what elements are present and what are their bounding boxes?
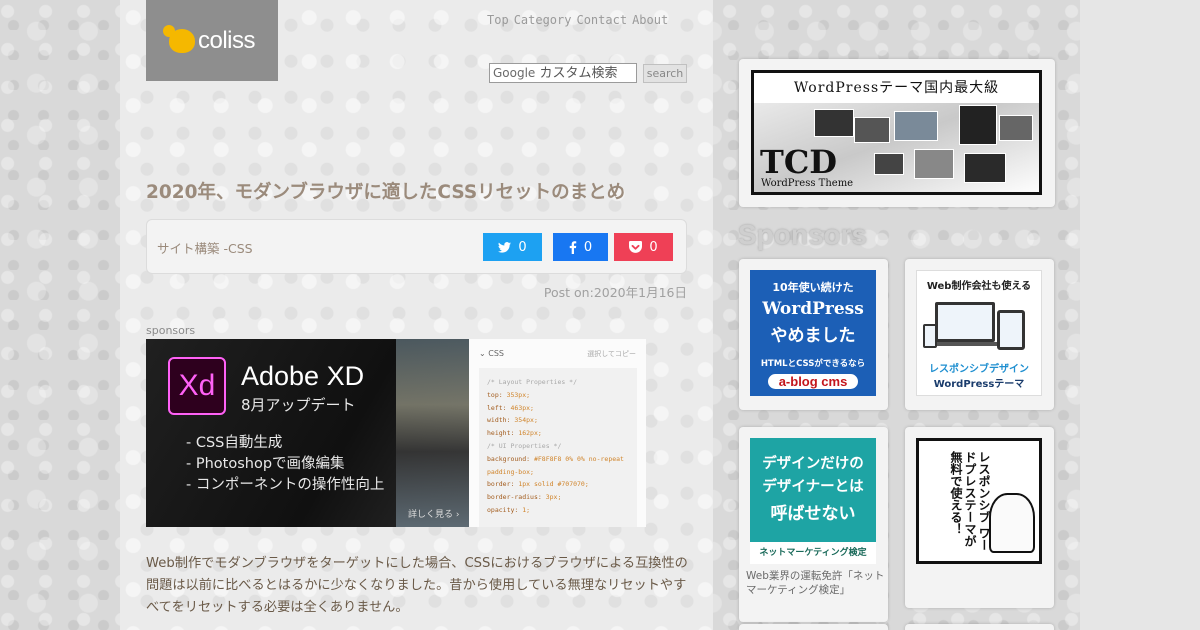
tcd-logo: TCD xyxy=(760,143,838,181)
sponsor-ad-manga[interactable]: レスポンシブ ワードプレステーマが 無料で使える！ xyxy=(905,427,1054,608)
search-placeholder: カスタム検索 xyxy=(539,66,618,81)
css-code-box: /* Layout Properties */ top: 353px; left: … xyxy=(479,368,637,527)
adobe-xd-ad-visual: Xd Adobe XD 8月アップデート - CSS自動生成 - Photosh… xyxy=(146,339,469,527)
sponsor-ad-responsive-theme[interactable]: Web制作会社も使える レスポンシブデザイン WordPressテーマ xyxy=(905,259,1054,410)
sidebar-sponsors-title: Sponsors xyxy=(738,219,868,250)
css-code-line: /* UI Properties */ xyxy=(487,441,562,450)
css-copy-label: 選択してコピー xyxy=(587,350,636,358)
css-code-line: border: 1px solid #707070; xyxy=(487,480,589,489)
ad-feature: - CSS自動生成 xyxy=(186,435,283,451)
adobe-xd-ad[interactable]: Xd Adobe XD 8月アップデート - CSS自動生成 - Photosh… xyxy=(146,339,646,527)
article-body: Web制作でモダンブラウザをターゲットにした場合、CSSにおけるブラウザによる互… xyxy=(146,556,688,615)
css-panel: ⌄ CSS 選択してコピー /* Layout Properties */ top… xyxy=(469,339,646,527)
pocket-share-button[interactable]: 0 xyxy=(614,233,673,261)
nav-about[interactable]: About xyxy=(632,13,668,27)
article-title: 2020年、モダンブラウザに適したCSSリセットのまとめ xyxy=(146,182,626,203)
css-code-line: top: 353px; xyxy=(487,390,531,399)
facebook-share-button[interactable]: 0 xyxy=(553,233,608,261)
tcd-headline: WordPressテーマ国内最大級 xyxy=(754,73,1039,103)
squirrel-icon xyxy=(162,24,195,53)
pocket-icon xyxy=(629,241,643,253)
site-logo[interactable]: coliss xyxy=(146,0,278,81)
tcd-banner: WordPressテーマ国内最大級 TCD WordPress Theme xyxy=(751,70,1042,195)
twitter-count: 0 xyxy=(518,239,527,255)
sponsor-ad-caption[interactable]: Web業界の運転免許「ネットマーケティング検定」 xyxy=(746,569,886,597)
search-input[interactable]: Google カスタム検索 xyxy=(489,63,637,83)
css-code-line: border-radius: 3px; xyxy=(487,493,562,502)
devices-icon xyxy=(917,298,1041,360)
css-code-line: background: #F8F8F8 0% 0% no-repeat padd… xyxy=(487,454,624,476)
ad-more-link: 詳しく見る › xyxy=(408,510,460,520)
ad-feature: - Photoshopで画像編集 xyxy=(186,456,345,472)
twitter-icon xyxy=(498,241,512,253)
tcd-sub: WordPress Theme xyxy=(761,178,854,189)
logo-text: coliss xyxy=(197,26,256,54)
article-meta-bar: サイト構築 -CSS 0 0 0 xyxy=(146,219,687,274)
xd-logo-icon: Xd xyxy=(168,357,226,415)
css-code-line: opacity: 1; xyxy=(487,505,531,514)
css-panel-title: ⌄ CSS xyxy=(479,349,504,358)
search-button[interactable]: search xyxy=(643,63,687,83)
sponsor-card-stub xyxy=(739,624,888,630)
css-code-line: height: 162px; xyxy=(487,429,542,438)
ad-photo xyxy=(396,339,469,527)
facebook-count: 0 xyxy=(583,239,593,255)
page-right-background xyxy=(1080,0,1200,630)
pocket-count: 0 xyxy=(649,239,658,255)
sponsors-label: sponsors xyxy=(146,324,196,337)
sponsor-ad-responsive-image: Web制作会社も使える レスポンシブデザイン WordPressテーマ xyxy=(916,270,1042,396)
google-brand: Google xyxy=(493,66,536,80)
twitter-share-button[interactable]: 0 xyxy=(483,233,542,261)
ad-feature: - コンポーネントの操作性向上 xyxy=(186,477,385,493)
post-date: Post on:2020年1月16日 xyxy=(543,285,687,300)
ad-title: Adobe XD xyxy=(241,361,365,391)
css-code-line: width: 354px; xyxy=(487,416,538,425)
ad-feature-list: - CSS自動生成 - Photoshopで画像編集 - コンポーネントの操作性… xyxy=(186,433,384,496)
ad-subtitle: 8月アップデート xyxy=(241,396,356,414)
tcd-ad[interactable]: WordPressテーマ国内最大級 TCD WordPress Theme xyxy=(739,59,1055,207)
nav-top[interactable]: Top xyxy=(487,13,509,27)
main-nav: Top Category Contact About xyxy=(487,13,668,27)
sponsor-ad-manga-image: レスポンシブ ワードプレステーマが 無料で使える！ xyxy=(916,438,1042,564)
sponsor-ad-ablogcms[interactable]: 10年使い続けた WordPress やめました HTMLとCSSができるなら … xyxy=(739,259,888,410)
chevron-down-icon: ⌄ xyxy=(479,349,489,358)
nav-category[interactable]: Category xyxy=(514,13,572,27)
site-search: Google カスタム検索 search xyxy=(489,63,687,83)
main-column xyxy=(120,0,713,630)
sponsor-card-stub xyxy=(905,624,1054,630)
article-category[interactable]: サイト構築 -CSS xyxy=(157,238,253,257)
facebook-icon xyxy=(569,240,577,254)
sponsor-ad-ablogcms-image: 10年使い続けた WordPress やめました HTMLとCSSができるなら … xyxy=(750,270,876,396)
sponsor-ad-net-marketing-image: デザインだけの デザイナーとは 呼ばせない ネットマーケティング検定 xyxy=(750,438,876,564)
css-code-line: left: 463px; xyxy=(487,403,534,412)
nav-contact[interactable]: Contact xyxy=(576,13,627,27)
css-code-line: /* Layout Properties */ xyxy=(487,378,578,386)
